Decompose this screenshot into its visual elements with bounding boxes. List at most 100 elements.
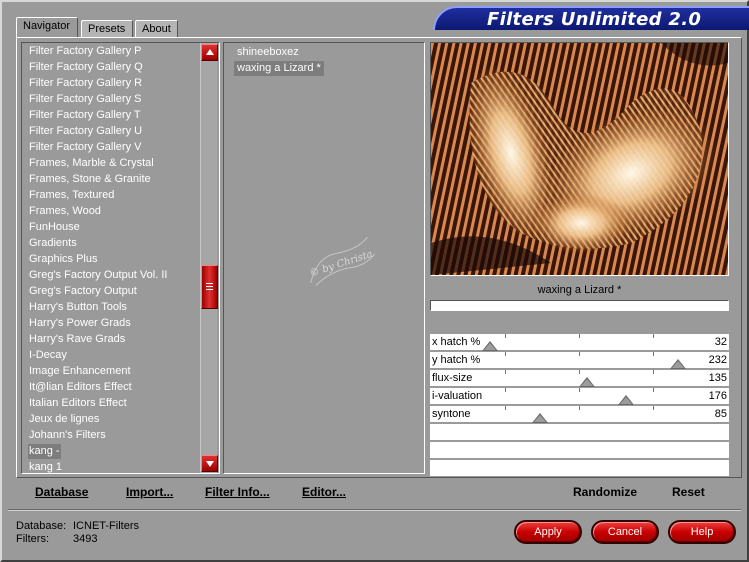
tab-presets[interactable]: Presets — [81, 20, 133, 37]
slider-tick — [579, 370, 580, 374]
category-item[interactable]: Frames, Textured — [28, 188, 115, 203]
filters-count: 3493 — [73, 533, 98, 545]
watermark-graphic: © by Christa — [308, 236, 376, 286]
filter-list[interactable]: shineeboxez waxing a Lizard * © by Chris… — [223, 42, 425, 474]
database-button[interactable]: Database — [35, 484, 88, 500]
slider-label: x hatch % — [432, 336, 481, 348]
category-item[interactable]: FunHouse — [28, 220, 81, 235]
filter-item-shineeboxez[interactable]: shineeboxez — [234, 45, 302, 60]
tab-about[interactable]: About — [135, 20, 178, 37]
preview-image — [430, 42, 729, 276]
category-list[interactable]: Filter Factory Gallery P Filter Factory G… — [21, 42, 220, 474]
category-item[interactable]: Gradients — [28, 236, 78, 251]
slider-empty-row — [430, 442, 729, 459]
cancel-button[interactable]: Cancel — [591, 520, 659, 544]
progress-bar — [430, 300, 729, 311]
slider-tick — [653, 388, 654, 392]
slider-tick — [579, 388, 580, 392]
slider-thumb[interactable] — [670, 359, 687, 369]
category-item[interactable]: Filter Factory Gallery P — [28, 44, 142, 59]
category-scrollbar[interactable] — [200, 43, 218, 473]
category-item[interactable]: Frames, Marble & Crystal — [28, 156, 155, 171]
slider-tick — [653, 334, 654, 338]
category-item[interactable]: Frames, Wood — [28, 204, 102, 219]
scroll-thumb[interactable] — [201, 265, 218, 309]
category-item[interactable]: Filter Factory Gallery U — [28, 124, 143, 139]
filter-item-waxing-a-lizard[interactable]: waxing a Lizard * — [234, 61, 324, 76]
slider-value: 176 — [708, 390, 727, 402]
slider-row[interactable]: i-valuation 176 — [430, 388, 729, 405]
slider-tick — [579, 406, 580, 410]
slider-label: i-valuation — [432, 390, 483, 402]
preview-caption: waxing a Lizard * — [537, 284, 622, 296]
scroll-down-button[interactable] — [201, 455, 218, 472]
tab-navigator[interactable]: Navigator — [16, 17, 78, 37]
slider-tick — [505, 334, 506, 338]
grip-line — [206, 289, 213, 290]
slider-row[interactable]: syntone 85 — [430, 406, 729, 423]
category-item[interactable]: Image Enhancement — [28, 364, 132, 379]
category-item[interactable]: Italian Editors Effect — [28, 396, 128, 411]
app-title: Filters Unlimited 2.0 — [487, 9, 702, 30]
slider-label: syntone — [432, 408, 471, 420]
slider-thumb[interactable] — [579, 377, 596, 387]
grip-icon — [206, 283, 213, 284]
slider-value: 232 — [708, 354, 727, 366]
category-item[interactable]: Filter Factory Gallery R — [28, 76, 143, 91]
slider-value: 32 — [714, 336, 727, 348]
slider-empty-row — [430, 460, 729, 477]
slider-row[interactable]: flux-size 135 — [430, 370, 729, 387]
scroll-up-button[interactable] — [201, 44, 218, 61]
title-banner: Filters Unlimited 2.0 — [433, 6, 749, 30]
category-item[interactable]: Filter Factory Gallery V — [28, 140, 142, 155]
slider-thumb[interactable] — [532, 413, 548, 423]
slider-label: flux-size — [432, 372, 473, 384]
slider-tick — [579, 334, 580, 338]
category-item[interactable]: Harry's Rave Grads — [28, 332, 126, 347]
category-item[interactable]: kang - — [28, 444, 61, 459]
slider-tick — [505, 370, 506, 374]
category-item[interactable]: Harry's Button Tools — [28, 300, 128, 315]
slider-thumb[interactable] — [482, 341, 499, 351]
filter-info-button[interactable]: Filter Info... — [205, 484, 270, 500]
category-item[interactable]: Frames, Stone & Granite — [28, 172, 152, 187]
category-item[interactable]: Harry's Power Grads — [28, 316, 132, 331]
category-item[interactable]: It@lian Editors Effect — [28, 380, 133, 395]
slider-tick — [505, 406, 506, 410]
import-button[interactable]: Import... — [126, 484, 173, 500]
slider-tick — [653, 406, 654, 410]
database-value: ICNET-Filters — [73, 520, 139, 532]
category-item[interactable]: Graphics Plus — [28, 252, 98, 267]
category-item[interactable]: Jeux de lignes — [28, 412, 100, 427]
category-item[interactable]: I-Decay — [28, 348, 68, 363]
randomize-button[interactable]: Randomize — [573, 484, 637, 500]
slider-thumb[interactable] — [617, 395, 634, 405]
category-item[interactable]: Greg's Factory Output — [28, 284, 138, 299]
slider-row[interactable]: y hatch % 232 — [430, 352, 729, 369]
category-item[interactable]: Greg's Factory Output Vol. II — [28, 268, 168, 283]
editor-button[interactable]: Editor... — [302, 484, 346, 500]
arrow-up-icon — [206, 49, 214, 55]
slider-empty-row — [430, 424, 729, 441]
database-label: Database: — [16, 520, 67, 532]
category-item[interactable]: Filter Factory Gallery Q — [28, 60, 144, 75]
reset-button[interactable]: Reset — [672, 484, 705, 500]
slider-tick — [579, 352, 580, 356]
slider-tick — [653, 352, 654, 356]
grip-line — [206, 286, 213, 287]
category-item[interactable]: Johann's Filters — [28, 428, 107, 443]
apply-button[interactable]: Apply — [514, 520, 582, 544]
help-button[interactable]: Help — [668, 520, 736, 544]
preview-graphic — [431, 43, 728, 275]
slider-tick — [505, 352, 506, 356]
slider-tick — [653, 370, 654, 374]
category-item[interactable]: kang 1 — [28, 460, 63, 473]
slider-tick — [505, 388, 506, 392]
slider-label: y hatch % — [432, 354, 481, 366]
category-item[interactable]: Filter Factory Gallery T — [28, 108, 142, 123]
slider-row[interactable]: x hatch % 32 — [430, 334, 729, 351]
filters-label: Filters: — [16, 533, 49, 545]
slider-value: 85 — [714, 408, 727, 420]
category-item[interactable]: Filter Factory Gallery S — [28, 92, 142, 107]
divider — [8, 509, 741, 511]
